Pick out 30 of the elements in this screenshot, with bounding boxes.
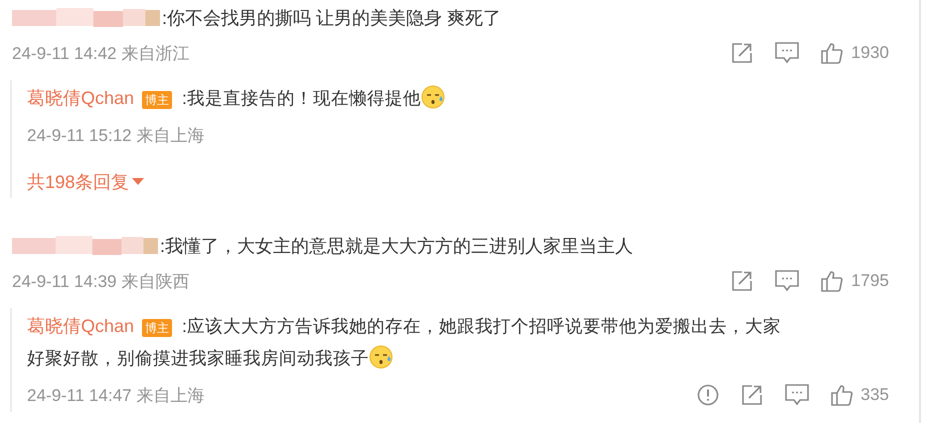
reply-author[interactable]: 葛晓倩Qchan bbox=[27, 88, 134, 108]
like-count: 335 bbox=[860, 385, 889, 405]
more-replies-link[interactable]: 共198条回复 bbox=[27, 170, 144, 194]
sleepy-face-icon bbox=[420, 85, 445, 109]
comment-meta: 24-9-11 14:39 来自陕西 bbox=[12, 270, 190, 292]
comment-text: :你不会找男的撕吗 让男的美美隐身 爽死了 bbox=[162, 7, 502, 30]
sleepy-face-icon bbox=[369, 345, 393, 369]
share-icon[interactable] bbox=[740, 384, 763, 406]
thumbs-up-icon[interactable] bbox=[821, 42, 844, 64]
reply-author[interactable]: 葛晓倩Qchan bbox=[27, 316, 134, 336]
reply-text: 好聚好散，别偷摸进我家睡我房间动我孩子 bbox=[27, 348, 369, 368]
author-badge: 博主 bbox=[142, 91, 172, 109]
reply-meta: 24-9-11 15:12 来自上海 bbox=[27, 124, 204, 146]
reply-text: :应该大大方方告诉我她的存在，她跟我打个招呼说要带他为爱搬出去，大家 bbox=[182, 316, 781, 336]
like-count: 1930 bbox=[851, 43, 889, 63]
warning-icon[interactable] bbox=[696, 384, 719, 406]
reply-meta: 24-9-11 14:47 来自上海 bbox=[27, 384, 204, 406]
share-icon[interactable] bbox=[731, 270, 754, 292]
reply-text: :我是直接告的！现在懒得提他 bbox=[182, 88, 421, 108]
like-count: 1795 bbox=[851, 271, 889, 291]
comment-icon[interactable] bbox=[784, 384, 809, 406]
comment-meta: 24-9-11 14:42 来自浙江 bbox=[12, 42, 190, 64]
author-badge: 博主 bbox=[142, 319, 172, 337]
caret-icon bbox=[132, 178, 144, 186]
thumbs-up-icon[interactable] bbox=[830, 384, 853, 406]
comment-text: :我懂了，大女主的意思就是大大方方的三进别人家里当主人 bbox=[160, 235, 634, 258]
comment-icon[interactable] bbox=[775, 270, 800, 292]
share-icon[interactable] bbox=[731, 42, 754, 64]
comment-icon[interactable] bbox=[775, 42, 800, 64]
thumbs-up-icon[interactable] bbox=[821, 270, 844, 292]
